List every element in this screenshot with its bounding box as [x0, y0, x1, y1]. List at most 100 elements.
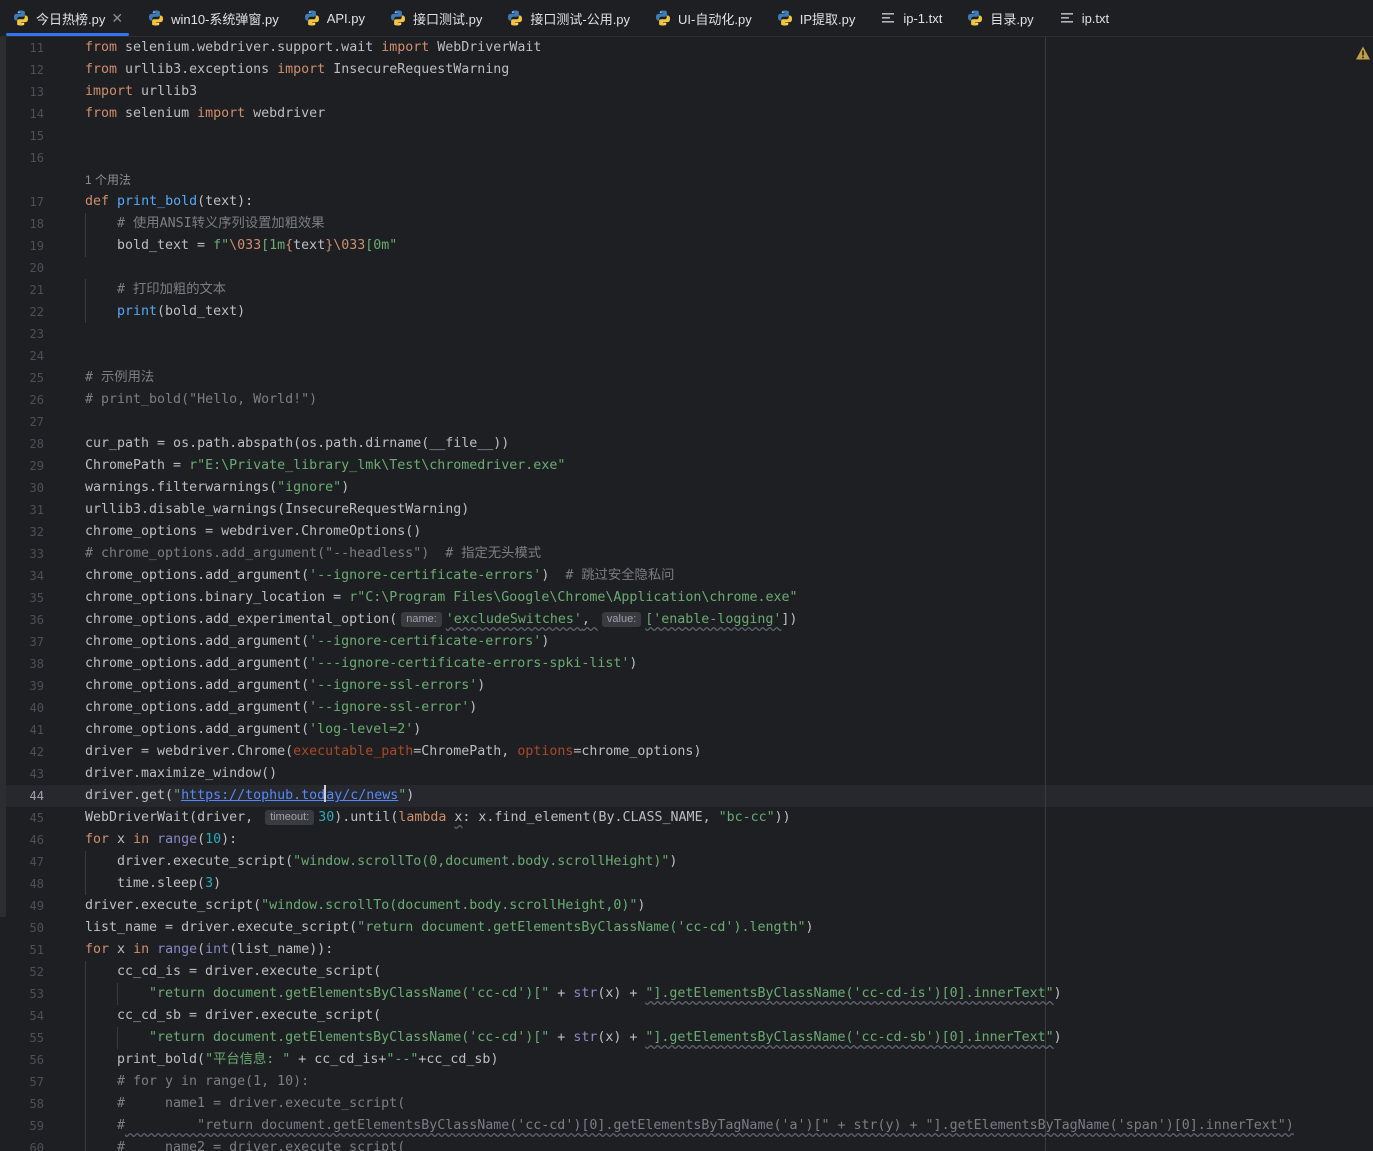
code-line[interactable]: 22 print(bold_text): [6, 301, 1373, 323]
code-line[interactable]: 42 driver = webdriver.Chrome(executable_p…: [6, 741, 1373, 763]
code-line[interactable]: 30 warnings.filterwarnings("ignore"): [6, 477, 1373, 499]
code-token: 3: [205, 876, 214, 891]
code-line[interactable]: 34 chrome_options.add_argument('--ignore-…: [6, 565, 1373, 587]
code-line[interactable]: 31 urllib3.disable_warnings(InsecureReque…: [6, 499, 1373, 521]
line-number: 22: [29, 305, 44, 319]
code-token: ): [406, 788, 415, 803]
code-token: cc_cd_sb = driver.execute_script(: [117, 1008, 382, 1023]
line-number: 13: [29, 85, 44, 99]
code-line[interactable]: 40 chrome_options.add_argument('--ignore-…: [6, 697, 1373, 719]
code-line[interactable]: 35 chrome_options.binary_location = r"C:\…: [6, 587, 1373, 609]
code-line[interactable]: 59 # "return document.getElementsByClassN…: [6, 1115, 1373, 1137]
code-line[interactable]: 16: [6, 147, 1373, 169]
code-line[interactable]: 38 chrome_options.add_argument('---ignore…: [6, 653, 1373, 675]
tab-4[interactable]: 接口测试.py: [377, 0, 494, 36]
code-token: ).until(: [334, 810, 399, 825]
code-line[interactable]: 26 # print_bold("Hello, World!"): [6, 389, 1373, 411]
code-token: [0m": [365, 238, 398, 253]
code-line[interactable]: 20: [6, 257, 1373, 279]
code-line[interactable]: 52 cc_cd_is = driver.execute_script(: [6, 961, 1373, 983]
code-line[interactable]: 32 chrome_options = webdriver.ChromeOptio…: [6, 521, 1373, 543]
code-line[interactable]: 57 # for y in range(1, 10):: [6, 1071, 1373, 1093]
code-token: driver.get(: [85, 788, 174, 803]
code-token: ChromePath =: [85, 458, 190, 473]
code-line[interactable]: 60 # name2 = driver.execute_script(: [6, 1137, 1373, 1151]
code-line[interactable]: 17 def print_bold(text):: [6, 191, 1373, 213]
code-line[interactable]: 37 chrome_options.add_argument('--ignore-…: [6, 631, 1373, 653]
code-line[interactable]: 41 chrome_options.add_argument('log-level…: [6, 719, 1373, 741]
code-line[interactable]: 54 cc_cd_sb = driver.execute_script(: [6, 1005, 1373, 1027]
code-line[interactable]: 23: [6, 323, 1373, 345]
code-line[interactable]: 50 list_name = driver.execute_script("ret…: [6, 917, 1373, 939]
tab-2[interactable]: win10-系统弹窗.py: [135, 0, 291, 36]
code-text: driver.maximize_window(): [85, 763, 277, 785]
code-token: ): [1053, 986, 1062, 1001]
close-icon[interactable]: ✕: [111, 10, 123, 27]
code-line[interactable]: 21 # 打印加粗的文本: [6, 279, 1373, 301]
code-line[interactable]: 36 chrome_options.add_experimental_option…: [6, 609, 1373, 631]
code-token: r"E:\Private_library_lmk\Test\chromedriv…: [189, 458, 566, 473]
code-line[interactable]: 18 # 使用ANSI转义序列设置加粗效果: [6, 213, 1373, 235]
code-line[interactable]: 58 # name1 = driver.execute_script(: [6, 1093, 1373, 1115]
code-line[interactable]: 33 # chrome_options.add_argument("--headl…: [6, 543, 1373, 565]
code-line[interactable]: 28 cur_path = os.path.abspath(os.path.dir…: [6, 433, 1373, 455]
code-token: '--ignore-ssl-error': [309, 700, 470, 715]
tab-8[interactable]: ip-1.txt: [867, 0, 954, 36]
code-token: "window.scrollTo(document.body.scrollHei…: [261, 898, 638, 913]
code-token: [1m: [261, 238, 286, 253]
code-token: ,: [581, 612, 598, 627]
code-line[interactable]: 12 from urllib3.exceptions import Insecur…: [6, 59, 1373, 81]
code-line[interactable]: 25 # 示例用法: [6, 367, 1373, 389]
tab-10[interactable]: ip.txt: [1046, 0, 1121, 36]
code-line[interactable]: 24: [6, 345, 1373, 367]
code-token: # name1 = driver.execute_script(: [117, 1096, 406, 1111]
code-line[interactable]: 19 bold_text = f"\033[1m{text}\033[0m": [6, 235, 1373, 257]
code-line[interactable]: 53 "return document.getElementsByClassNam…: [6, 983, 1373, 1005]
code-line[interactable]: 27: [6, 411, 1373, 433]
tab-3[interactable]: API.py: [291, 0, 377, 36]
tab-6[interactable]: UI-自动化.py: [642, 0, 764, 36]
line-number: 35: [29, 591, 44, 605]
code-token: ": [173, 788, 182, 803]
code-line[interactable]: 56 print_bold("平台信息: " + cc_cd_is+"--"+cc…: [6, 1049, 1373, 1071]
code-token: from: [85, 106, 118, 121]
tab-label: win10-系统弹窗.py: [171, 11, 279, 27]
code-line[interactable]: 46 for x in range(10):: [6, 829, 1373, 851]
code-token: ): [413, 722, 422, 737]
code-token: chrome_options.add_experimental_option(: [85, 612, 398, 627]
code-line[interactable]: 14 from selenium import webdriver: [6, 103, 1373, 125]
tab-5[interactable]: 接口测试-公用.py: [494, 0, 642, 36]
code-token: range: [157, 942, 198, 957]
code-text: urllib3.disable_warnings(InsecureRequest…: [85, 499, 469, 521]
code-line[interactable]: 44 driver.get("https://tophub.today/c/new…: [6, 785, 1373, 807]
tab-7[interactable]: IP提取.py: [764, 0, 868, 36]
code-line[interactable]: 45 WebDriverWait(driver, timeout: 30).unti…: [6, 807, 1373, 829]
code-token: "ignore": [277, 480, 342, 495]
code-token: f": [213, 238, 230, 253]
line-number: 20: [29, 261, 44, 275]
code-text: # for y in range(1, 10):: [117, 1071, 309, 1093]
code-token: chrome_options.add_argument(: [85, 722, 310, 737]
code-text: # "return document.getElementsByClassNam…: [117, 1115, 1294, 1137]
tab-1[interactable]: 今日热榜.py ✕: [0, 0, 135, 36]
code-line[interactable]: 15: [6, 125, 1373, 147]
code-token: ): [629, 656, 638, 671]
usage-hint[interactable]: 1 个用法: [85, 169, 131, 191]
code-line[interactable]: 29 ChromePath = r"E:\Private_library_lmk\…: [6, 455, 1373, 477]
code-line[interactable]: 49 driver.execute_script("window.scrollTo…: [6, 895, 1373, 917]
code-text: # name1 = driver.execute_script(: [117, 1093, 405, 1115]
code-line[interactable]: 13 import urllib3: [6, 81, 1373, 103]
code-line[interactable]: 51 for x in range(int(list_name)):: [6, 939, 1373, 961]
code-token: list_name = driver.execute_script(: [85, 920, 358, 935]
code-editor[interactable]: 11 from selenium.webdriver.support.wait i…: [6, 37, 1373, 1151]
code-line[interactable]: 11 from selenium.webdriver.support.wait i…: [6, 37, 1373, 59]
line-number: 19: [29, 239, 44, 253]
code-line[interactable]: 47 driver.execute_script("window.scrollTo…: [6, 851, 1373, 873]
tab-9[interactable]: 目录.py: [954, 0, 1045, 36]
code-line[interactable]: 39 chrome_options.add_argument('--ignore-…: [6, 675, 1373, 697]
code-text: bold_text = f"\033[1m{text}\033[0m": [117, 235, 397, 257]
code-token: WebDriverWait: [429, 40, 542, 55]
code-line[interactable]: 55 "return document.getElementsByClassNam…: [6, 1027, 1373, 1049]
code-line[interactable]: 43 driver.maximize_window(): [6, 763, 1373, 785]
code-line[interactable]: 48 time.sleep(3): [6, 873, 1373, 895]
